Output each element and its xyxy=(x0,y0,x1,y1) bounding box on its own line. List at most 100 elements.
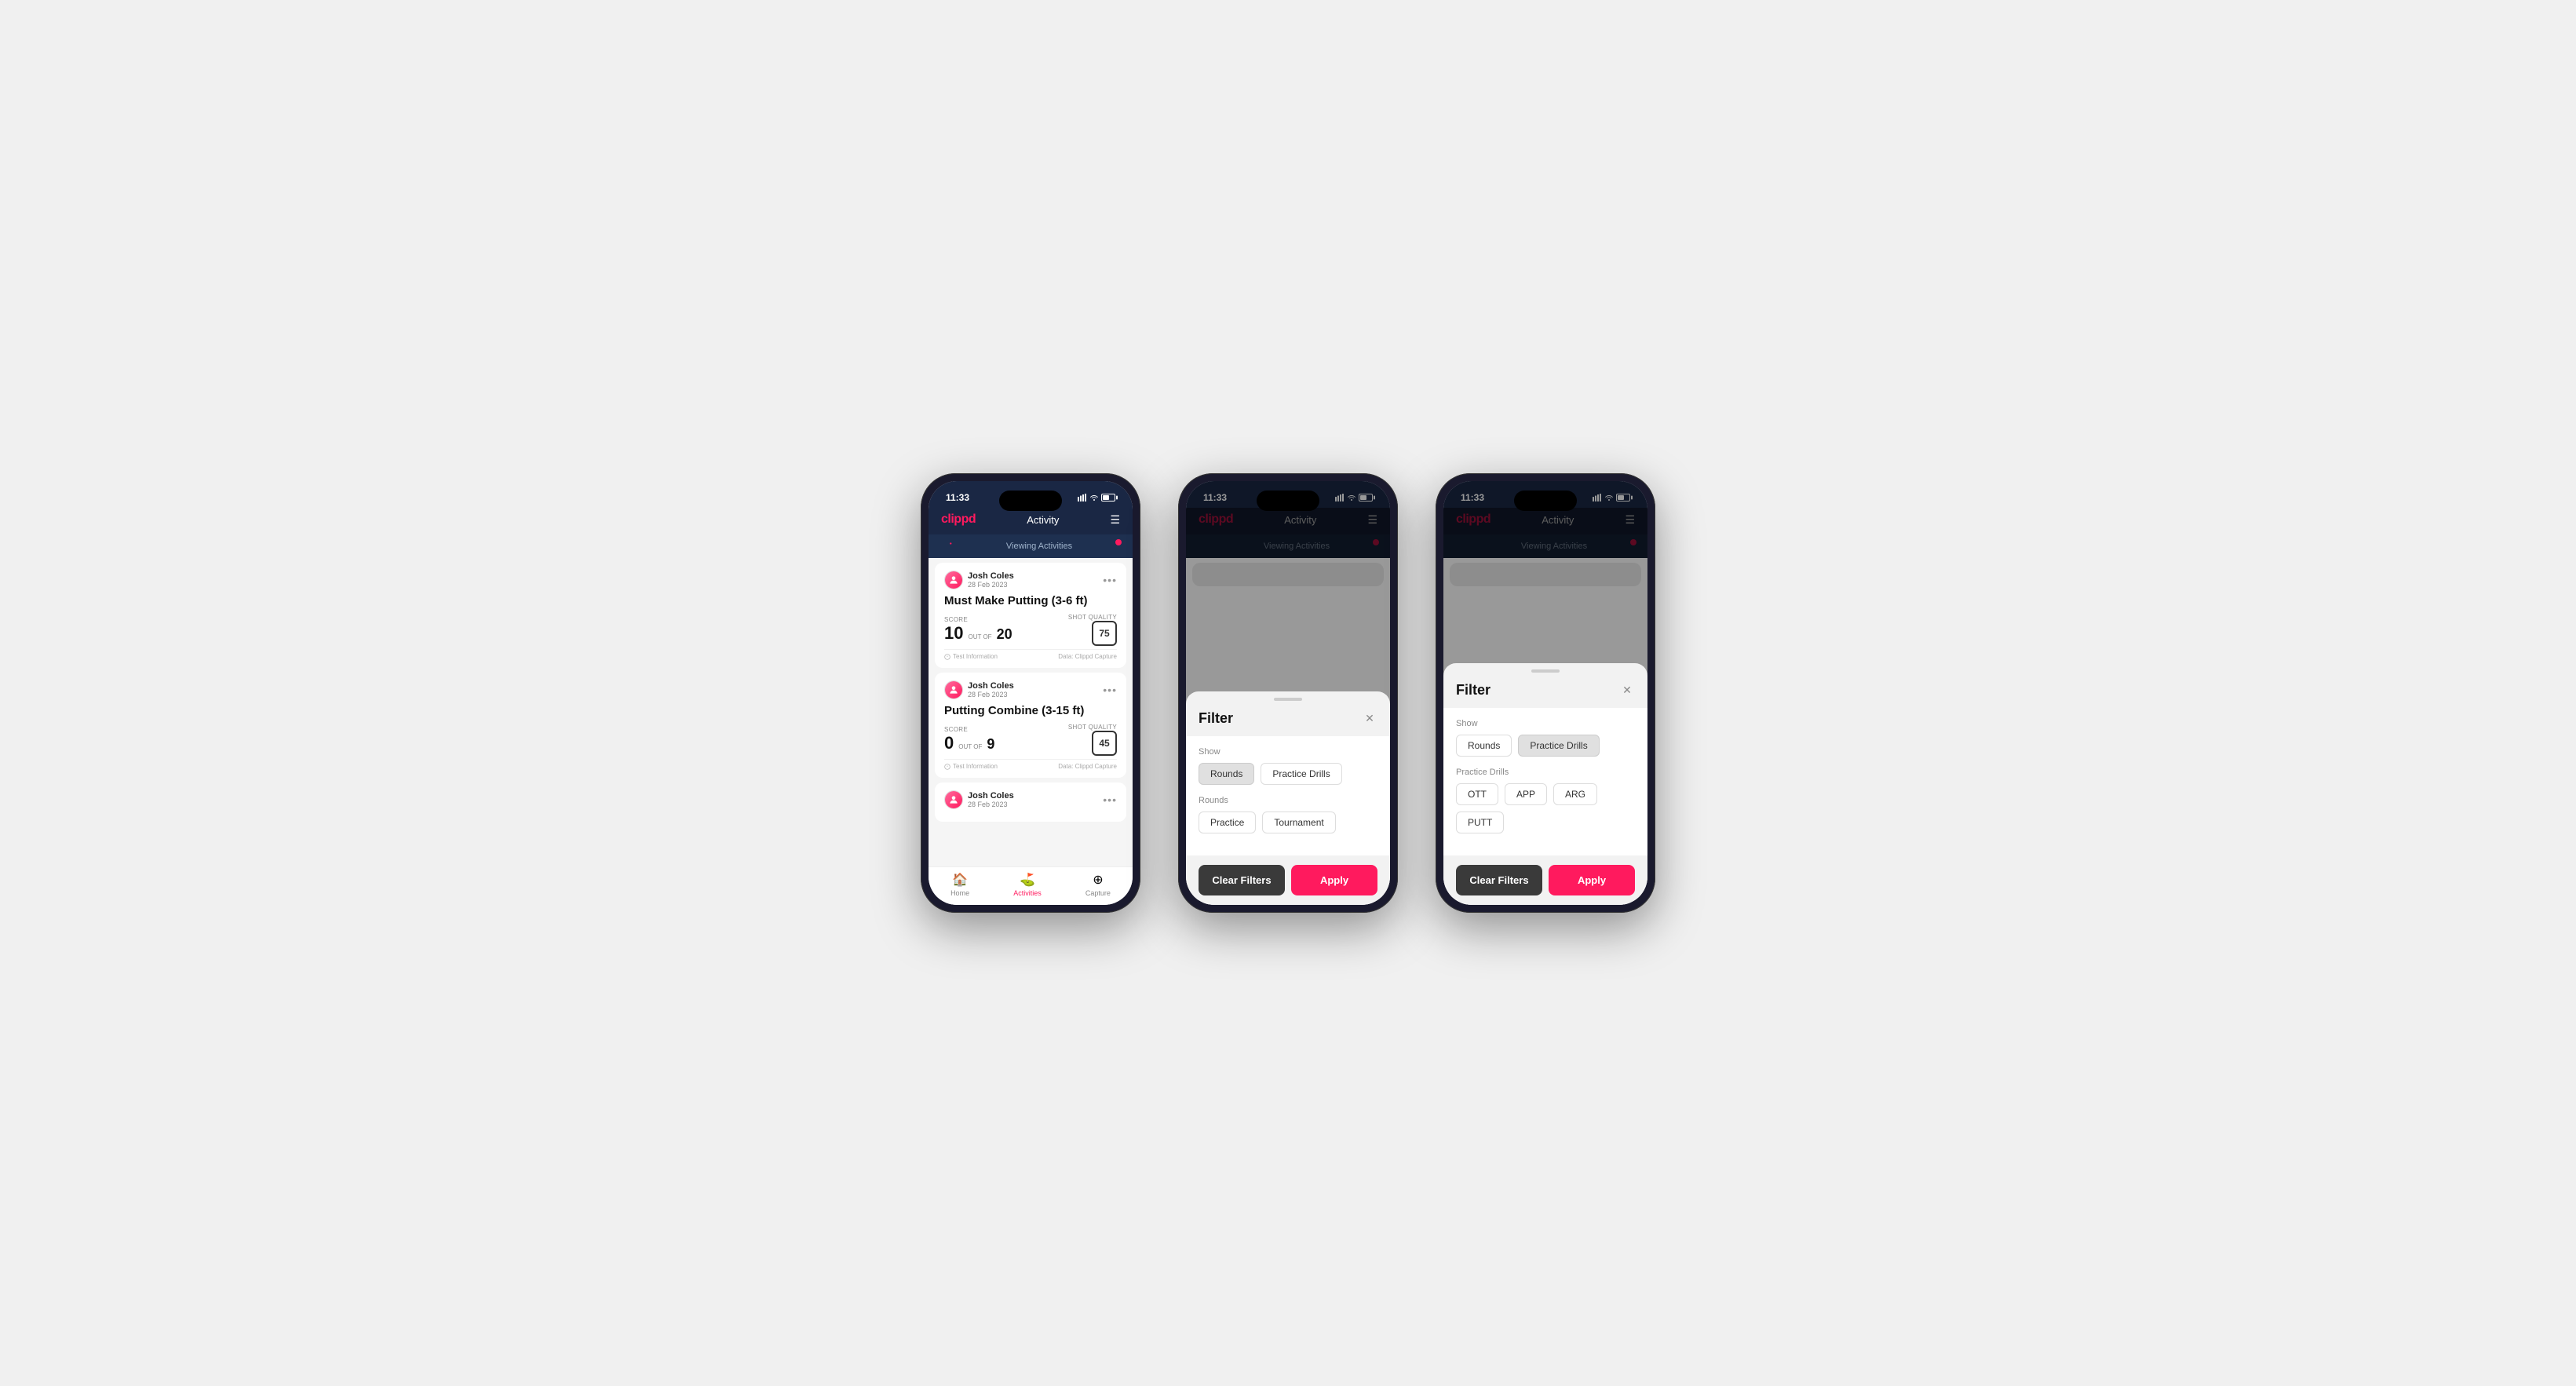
bottom-nav-1: 🏠 Home ⛳ Activities ⊕ Capture xyxy=(929,866,1133,905)
filter-modal-3: Filter ✕ Show Rounds Practice Drills Pra… xyxy=(1443,663,1647,905)
rounds-tab-button-3[interactable]: Rounds xyxy=(1456,735,1512,757)
activity-title-2: Putting Combine (3-15 ft) xyxy=(944,704,1117,717)
drills-filter-buttons-3: OTT APP ARG PUTT xyxy=(1456,783,1635,833)
rounds-tab-button-2[interactable]: Rounds xyxy=(1199,763,1254,785)
modal-footer-2: Clear Filters Apply xyxy=(1186,855,1390,905)
handle-bar-2 xyxy=(1274,698,1302,701)
user-name-1: Josh Coles xyxy=(968,571,1014,581)
dynamic-island-1 xyxy=(999,491,1062,511)
capture-icon-1: ⊕ xyxy=(1093,872,1103,888)
activity-card-1: Josh Coles 28 Feb 2023 ••• Must Make Put… xyxy=(935,563,1126,668)
footer-info-2: Test Information xyxy=(944,763,998,770)
red-dot-1 xyxy=(1115,539,1122,545)
clear-filters-button-3[interactable]: Clear Filters xyxy=(1456,865,1542,895)
shot-quality-label-2: Shot Quality xyxy=(1068,724,1117,731)
show-label-3: Show xyxy=(1456,719,1635,728)
modal-handle-3 xyxy=(1443,663,1647,676)
modal-title-2: Filter xyxy=(1199,710,1233,727)
practice-drills-tab-button-3[interactable]: Practice Drills xyxy=(1518,735,1599,757)
dots-menu-3[interactable]: ••• xyxy=(1103,793,1117,806)
footer-data-2: Data: Clippd Capture xyxy=(1058,763,1117,770)
nav-home-1[interactable]: 🏠 Home xyxy=(950,872,969,897)
card-header-1: Josh Coles 28 Feb 2023 ••• xyxy=(944,571,1117,589)
practice-drills-tab-button-2[interactable]: Practice Drills xyxy=(1261,763,1341,785)
phone-1: 11:33 clippd Activity ☰ Vie xyxy=(921,473,1140,913)
user-date-3: 28 Feb 2023 xyxy=(968,801,1014,808)
phone-2: 11:33 clippd Activity ☰ Vie xyxy=(1178,473,1398,913)
shot-quality-label-1: Shot Quality xyxy=(1068,614,1117,621)
user-name-2: Josh Coles xyxy=(968,681,1014,691)
card-header-2: Josh Coles 28 Feb 2023 ••• xyxy=(944,680,1117,699)
user-info-3: Josh Coles 28 Feb 2023 xyxy=(944,790,1014,809)
footer-info-1: Test Information xyxy=(944,653,998,660)
score-value-1: 10 xyxy=(944,623,963,644)
activities-icon-1: ⛳ xyxy=(1020,872,1035,888)
dots-menu-1[interactable]: ••• xyxy=(1103,574,1117,586)
avatar-2 xyxy=(944,680,963,699)
app-header-1: clippd Activity ☰ xyxy=(929,508,1133,534)
score-label-2: Score xyxy=(944,726,994,733)
apply-button-2[interactable]: Apply xyxy=(1291,865,1377,895)
out-of-value-2: 9 xyxy=(987,736,994,753)
putt-button-3[interactable]: PUTT xyxy=(1456,812,1504,833)
app-button-3[interactable]: APP xyxy=(1505,783,1547,805)
show-label-2: Show xyxy=(1199,747,1377,757)
clear-filters-button-2[interactable]: Clear Filters xyxy=(1199,865,1285,895)
out-of-label-1: OUT OF xyxy=(968,633,991,640)
practice-button-2[interactable]: Practice xyxy=(1199,812,1256,833)
filter-overlay-3: Filter ✕ Show Rounds Practice Drills Pra… xyxy=(1443,481,1647,905)
home-icon-1: 🏠 xyxy=(952,872,968,888)
score-value-2: 0 xyxy=(944,733,954,753)
user-date-2: 28 Feb 2023 xyxy=(968,691,1014,698)
shot-quality-badge-1: 75 xyxy=(1092,621,1117,646)
modal-handle-2 xyxy=(1186,691,1390,704)
menu-icon-1[interactable]: ☰ xyxy=(1110,513,1120,527)
rounds-section-label-2: Rounds xyxy=(1199,796,1377,805)
shot-quality-badge-2: 45 xyxy=(1092,731,1117,756)
card-footer-1: Test Information Data: Clippd Capture xyxy=(944,649,1117,660)
status-time-1: 11:33 xyxy=(946,492,969,503)
nav-capture-1[interactable]: ⊕ Capture xyxy=(1085,872,1111,897)
modal-footer-3: Clear Filters Apply xyxy=(1443,855,1647,905)
home-label-1: Home xyxy=(950,889,969,897)
apply-button-3[interactable]: Apply xyxy=(1549,865,1635,895)
user-date-1: 28 Feb 2023 xyxy=(968,581,1014,589)
header-title-1: Activity xyxy=(1027,514,1059,526)
status-icons-1 xyxy=(1078,494,1115,502)
out-of-label-2: OUT OF xyxy=(958,743,982,750)
viewing-bar-1[interactable]: Viewing Activities xyxy=(929,534,1133,558)
modal-header-2: Filter ✕ xyxy=(1186,704,1390,736)
modal-title-3: Filter xyxy=(1456,682,1491,698)
logo-1: clippd xyxy=(941,512,976,527)
out-of-value-1: 20 xyxy=(997,626,1013,643)
ott-button-3[interactable]: OTT xyxy=(1456,783,1498,805)
close-button-2[interactable]: ✕ xyxy=(1362,711,1377,727)
dynamic-island-3 xyxy=(1514,491,1577,511)
rounds-filter-buttons-2: Practice Tournament xyxy=(1199,812,1377,833)
activity-card-2: Josh Coles 28 Feb 2023 ••• Putting Combi… xyxy=(935,673,1126,778)
filter-modal-2: Filter ✕ Show Rounds Practice Drills Rou… xyxy=(1186,691,1390,905)
show-filter-buttons-2: Rounds Practice Drills xyxy=(1199,763,1377,785)
card-footer-2: Test Information Data: Clippd Capture xyxy=(944,759,1117,770)
capture-label-1: Capture xyxy=(1085,889,1111,897)
arg-button-3[interactable]: ARG xyxy=(1553,783,1597,805)
footer-data-1: Data: Clippd Capture xyxy=(1058,653,1117,660)
modal-content-3: Show Rounds Practice Drills Practice Dri… xyxy=(1443,708,1647,855)
show-filter-buttons-3: Rounds Practice Drills xyxy=(1456,735,1635,757)
dots-menu-2[interactable]: ••• xyxy=(1103,684,1117,696)
phone-3: 11:33 clippd Activity ☰ Vie xyxy=(1436,473,1655,913)
modal-header-3: Filter ✕ xyxy=(1443,676,1647,708)
avatar-1 xyxy=(944,571,963,589)
close-button-3[interactable]: ✕ xyxy=(1619,683,1635,698)
modal-content-2: Show Rounds Practice Drills Rounds Pract… xyxy=(1186,736,1390,855)
nav-activities-1[interactable]: ⛳ Activities xyxy=(1013,872,1042,897)
viewing-bar-text-1: Viewing Activities xyxy=(958,542,1120,551)
activity-title-1: Must Make Putting (3-6 ft) xyxy=(944,594,1117,607)
scroll-content-1: Josh Coles 28 Feb 2023 ••• Must Make Put… xyxy=(929,558,1133,866)
practice-drills-section-label-3: Practice Drills xyxy=(1456,768,1635,777)
avatar-3 xyxy=(944,790,963,809)
activity-card-3: Josh Coles 28 Feb 2023 ••• xyxy=(935,782,1126,822)
card-header-3: Josh Coles 28 Feb 2023 ••• xyxy=(944,790,1117,809)
screenshot-container: 11:33 clippd Activity ☰ Vie xyxy=(874,426,1702,960)
tournament-button-2[interactable]: Tournament xyxy=(1262,812,1335,833)
